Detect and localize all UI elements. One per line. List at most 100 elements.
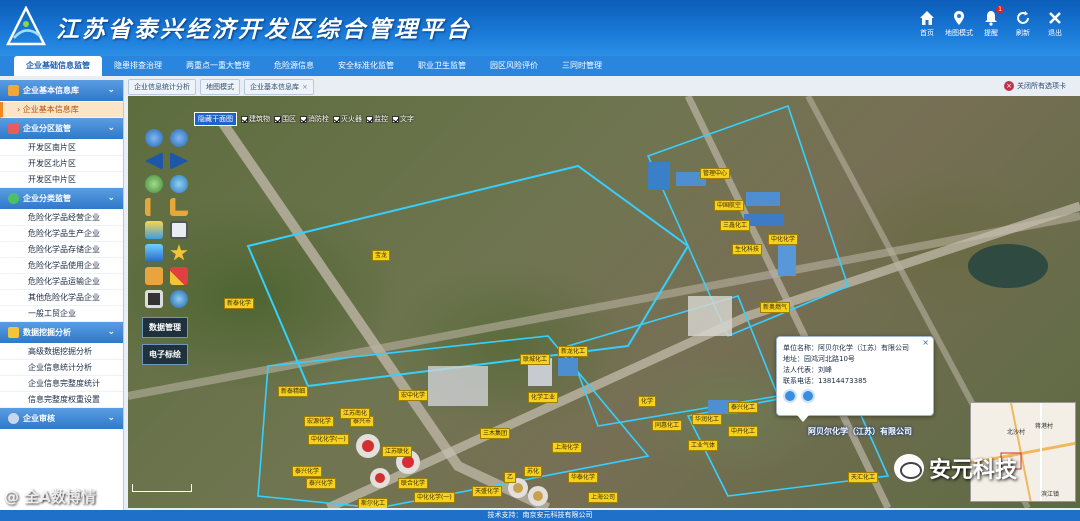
map-enterprise-label[interactable]: 中化化学(一) (308, 434, 349, 445)
map-enterprise-label[interactable]: 新奥燃气 (760, 302, 791, 313)
detail-icon[interactable] (801, 389, 815, 403)
hide-layer-button[interactable]: 隐藏干面图 (194, 112, 237, 126)
map-enterprise-label[interactable]: 化学工业 (528, 392, 559, 403)
globe-icon[interactable] (170, 175, 188, 193)
map-enterprise-label[interactable]: 同惠化工 (652, 420, 683, 431)
electronic-plotting-button[interactable]: 电子标绘 (142, 344, 188, 365)
sidebar-item-analysis[interactable]: 企业信息统计分析 (0, 360, 123, 376)
map-enterprise-label[interactable]: 乙 (504, 472, 517, 483)
map-mode-button[interactable]: 地图模式 (945, 10, 973, 38)
sidebar-item-category[interactable]: 危险化学品生产企业 (0, 226, 123, 242)
measure-line-icon[interactable] (145, 198, 163, 216)
map-enterprise-label[interactable]: 联合化学 (398, 478, 429, 489)
sidebar-item-category[interactable]: 一般工贸企业 (0, 306, 123, 322)
map-enterprise-label[interactable]: 新泰精细 (278, 386, 309, 397)
pan-left-icon[interactable] (145, 152, 163, 170)
map-enterprise-label[interactable]: 天盛化学 (472, 486, 503, 497)
nav-safety-standard[interactable]: 安全标准化监管 (326, 56, 406, 76)
sidebar-item-north[interactable]: 开发区北片区 (0, 156, 123, 172)
map-enterprise-label[interactable]: 新泰化学 (224, 298, 255, 309)
tab-close-icon[interactable]: × (302, 83, 308, 91)
sidebar-section-audit[interactable]: 企业审核 ⌄ (0, 408, 123, 430)
close-icon[interactable]: × (922, 338, 929, 347)
data-management-button[interactable]: 数据管理 (142, 317, 188, 338)
close-all-tabs-button[interactable]: × 关闭所有选项卡 (1004, 81, 1066, 91)
map-enterprise-label[interactable]: 斯尔化工 (358, 498, 389, 508)
map-enterprise-label[interactable]: 中国航空 (714, 200, 745, 211)
nav-enterprise-info[interactable]: 企业基础信息监管 (14, 56, 102, 76)
image-icon[interactable] (145, 221, 163, 239)
sidebar-item-category[interactable]: 危险化学品存储企业 (0, 242, 123, 258)
nav-three-simultaneous[interactable]: 三同时管理 (550, 56, 614, 76)
reminder-button[interactable]: 1 提醒 (980, 6, 1004, 38)
layer-checkbox[interactable]: 消防栓 (300, 114, 329, 124)
map-enterprise-label[interactable]: 中化化学 (768, 234, 799, 245)
pan-right-icon[interactable] (170, 152, 188, 170)
layer-checkbox[interactable]: 文字 (392, 114, 414, 124)
sidebar-item-category[interactable]: 危险化学品经营企业 (0, 210, 123, 226)
sidebar-item-middle[interactable]: 开发区中片区 (0, 172, 123, 188)
map-enterprise-label[interactable]: 宏源化学 (304, 416, 335, 427)
map-enterprise-label[interactable]: 上海化学 (552, 442, 583, 453)
home-button[interactable]: 首页 (916, 10, 938, 38)
frame-icon[interactable] (145, 290, 163, 308)
edit-icon[interactable] (170, 267, 188, 285)
earth-icon[interactable] (170, 290, 188, 308)
logout-button[interactable]: 退出 (1044, 10, 1066, 38)
map-enterprise-label[interactable]: 上海公司 (588, 492, 619, 503)
zoom-in-icon[interactable] (145, 129, 163, 147)
map-enterprise-label[interactable]: 工业气体 (688, 440, 719, 451)
map-enterprise-label[interactable]: 化学 (638, 396, 657, 407)
measure-angle-icon[interactable] (170, 198, 188, 216)
map-enterprise-label[interactable]: 宏中化学 (398, 390, 429, 401)
map-enterprise-label[interactable]: 江苏南化 (340, 408, 371, 419)
refresh-button[interactable]: 刷新 (1012, 10, 1034, 38)
map-enterprise-label[interactable]: 泰兴化学 (292, 466, 323, 477)
layer-checkbox[interactable]: 建筑物 (241, 114, 270, 124)
map-enterprise-label[interactable]: 天汇化工 (848, 472, 879, 483)
layer-checkbox[interactable]: 监控 (366, 114, 388, 124)
nav-hazard-inspection[interactable]: 隐患排查治理 (102, 56, 174, 76)
sidebar-item-analysis[interactable]: 企业信息完整度统计 (0, 376, 123, 392)
map-enterprise-label[interactable]: 宝龙 (372, 250, 391, 261)
map-enterprise-label[interactable]: 三木集团 (480, 428, 511, 439)
map-enterprise-label[interactable]: 苏化 (524, 466, 543, 477)
map-enterprise-label[interactable]: 管理中心 (700, 168, 731, 179)
sidebar-section-categories[interactable]: 企业分类监管 ⌄ (0, 188, 123, 210)
map-enterprise-label[interactable]: 华泰化学 (568, 472, 599, 483)
map-enterprise-label[interactable]: 三鑫化工 (720, 220, 751, 231)
tab-statistics[interactable]: 企业信息统计分析 (128, 79, 196, 95)
nav-key-points[interactable]: 两重点一重大管理 (174, 56, 262, 76)
tab-basic-info[interactable]: 企业基本信息库 × (244, 79, 314, 95)
nav-park-risk[interactable]: 园区风险评价 (478, 56, 550, 76)
nav-occupational-health[interactable]: 职业卫生监管 (406, 56, 478, 76)
map-view[interactable]: 隐藏干面图 建筑物 围区 消防栓 灭火器 监控 文字 数据管理 电子标绘 管理中… (128, 96, 1080, 508)
tab-map-mode[interactable]: 地图模式 (200, 79, 240, 95)
map-enterprise-label[interactable]: 华润化工 (692, 414, 723, 425)
sidebar-item-south[interactable]: 开发区南片区 (0, 140, 123, 156)
map-enterprise-label[interactable]: 泰兴化工 (728, 402, 759, 413)
sidebar-section-basic-info[interactable]: 企业基本信息库 ⌄ (0, 80, 123, 102)
sidebar-section-analysis[interactable]: 数据挖掘分析 ⌄ (0, 322, 123, 344)
grid-icon[interactable] (145, 267, 163, 285)
map-enterprise-label[interactable]: 江苏联化 (382, 446, 413, 457)
map-enterprise-label[interactable]: 新龙化工 (558, 346, 589, 357)
map-enterprise-label[interactable]: 中丹化工 (728, 426, 759, 437)
sidebar-item-basic-info[interactable]: › 企业基本信息库 (0, 102, 123, 118)
layers-icon[interactable] (145, 244, 163, 262)
sidebar-item-analysis[interactable]: 信息完整度权重设置 (0, 392, 123, 408)
full-extent-icon[interactable] (145, 175, 163, 193)
zoom-out-icon[interactable] (170, 129, 188, 147)
print-icon[interactable] (170, 221, 188, 239)
map-enterprise-label[interactable]: 联城化工 (520, 354, 551, 365)
sidebar-item-category[interactable]: 其他危险化学品企业 (0, 290, 123, 306)
sidebar-item-category[interactable]: 危险化学品使用企业 (0, 258, 123, 274)
sidebar-section-zones[interactable]: 企业分区监管 ⌄ (0, 118, 123, 140)
map-enterprise-label[interactable]: 生化科技 (732, 244, 763, 255)
search-icon[interactable] (783, 389, 797, 403)
nav-hazard-source[interactable]: 危险源信息 (262, 56, 326, 76)
layer-checkbox[interactable]: 灭火器 (333, 114, 362, 124)
sidebar-item-category[interactable]: 危险化学品运输企业 (0, 274, 123, 290)
map-enterprise-label[interactable]: 泰兴化学 (306, 478, 337, 489)
sidebar-item-analysis[interactable]: 高级数据挖掘分析 (0, 344, 123, 360)
